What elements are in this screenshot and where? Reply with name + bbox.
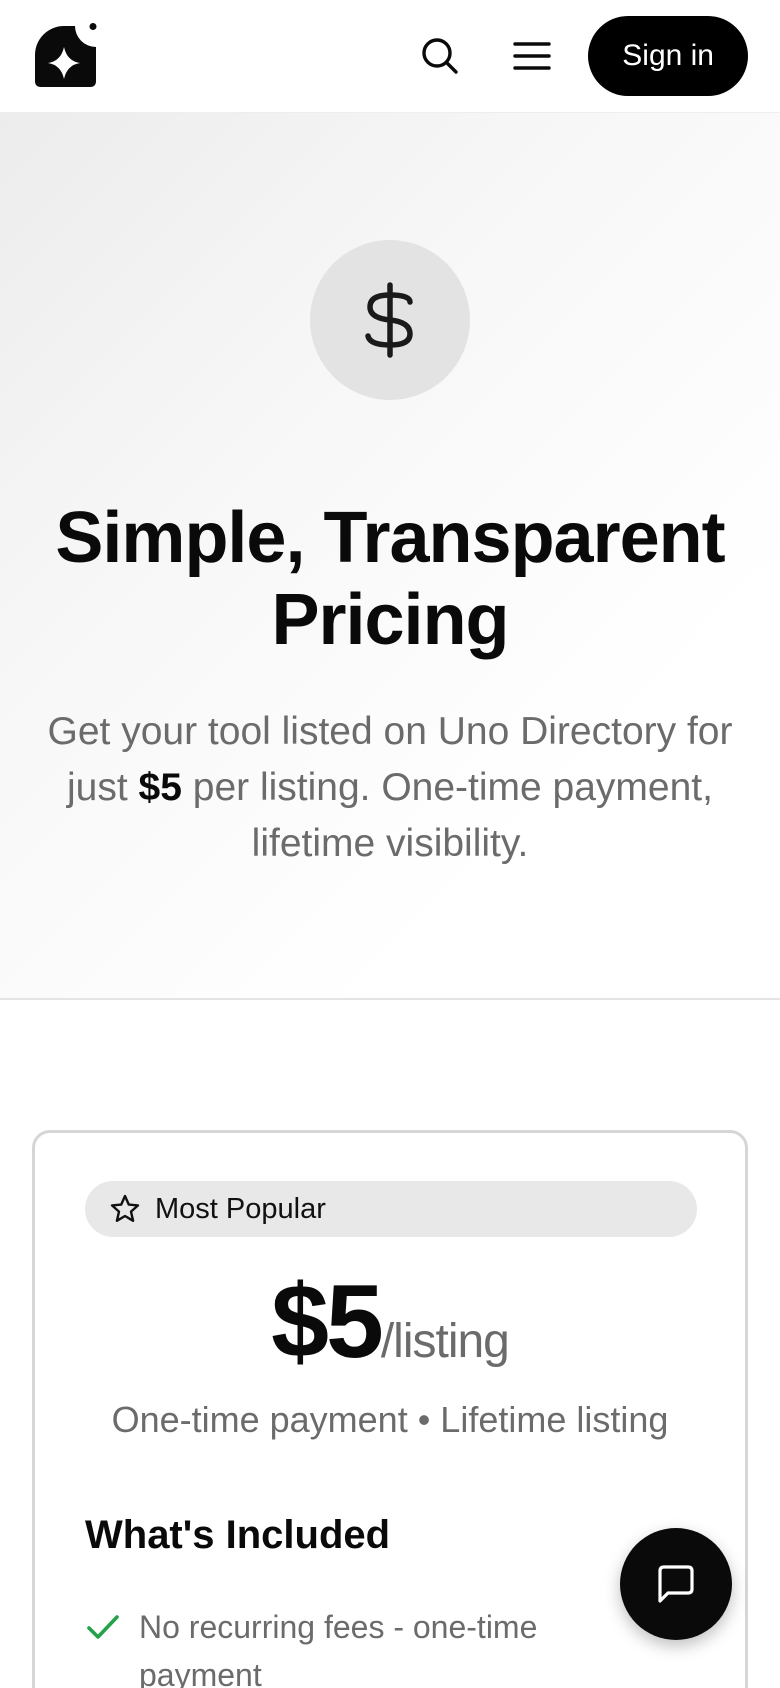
check-icon bbox=[87, 1615, 119, 1639]
chat-button[interactable] bbox=[620, 1528, 732, 1640]
subtitle-suffix: per listing. One-time payment, lifetime … bbox=[181, 766, 713, 865]
price-note: One-time payment • Lifetime listing bbox=[111, 1399, 669, 1440]
search-icon[interactable] bbox=[412, 28, 468, 84]
hero-subtitle: Get your tool listed on Uno Directory fo… bbox=[40, 704, 740, 872]
chat-bubble-icon bbox=[658, 1565, 694, 1603]
sign-in-button[interactable]: Sign in bbox=[588, 16, 748, 96]
hero-section: Simple, Transparent Pricing Get your too… bbox=[0, 112, 780, 1000]
page-title: Simple, Transparent Pricing bbox=[0, 497, 780, 661]
price-row: $5/listing bbox=[35, 1263, 745, 1382]
subtitle-price: $5 bbox=[138, 766, 182, 809]
site-header: Sign in bbox=[0, 0, 780, 112]
badge-label: Most Popular bbox=[155, 1192, 326, 1225]
pricing-page: Sign in Simple, Transparent Pricing Get … bbox=[0, 0, 780, 1688]
price-amount: $5 bbox=[271, 1264, 384, 1380]
whats-included-heading: What's Included bbox=[85, 1513, 391, 1557]
price-unit: /listing bbox=[380, 1315, 510, 1368]
sparkle-app-logo-icon[interactable] bbox=[32, 23, 98, 89]
dollar-badge bbox=[310, 240, 470, 400]
header-actions: Sign in bbox=[412, 16, 748, 96]
title-line-1: Simple, Transparent bbox=[55, 498, 725, 578]
feature-item: No recurring fees - one-time payment bbox=[85, 1603, 645, 1688]
dollar-sign-icon bbox=[365, 282, 413, 358]
hamburger-menu-icon[interactable] bbox=[504, 28, 560, 84]
star-outline-icon bbox=[110, 1194, 140, 1222]
most-popular-badge: Most Popular bbox=[85, 1181, 697, 1237]
title-line-2: Pricing bbox=[271, 580, 509, 660]
feature-text: No recurring fees - one-time payment bbox=[139, 1609, 538, 1688]
